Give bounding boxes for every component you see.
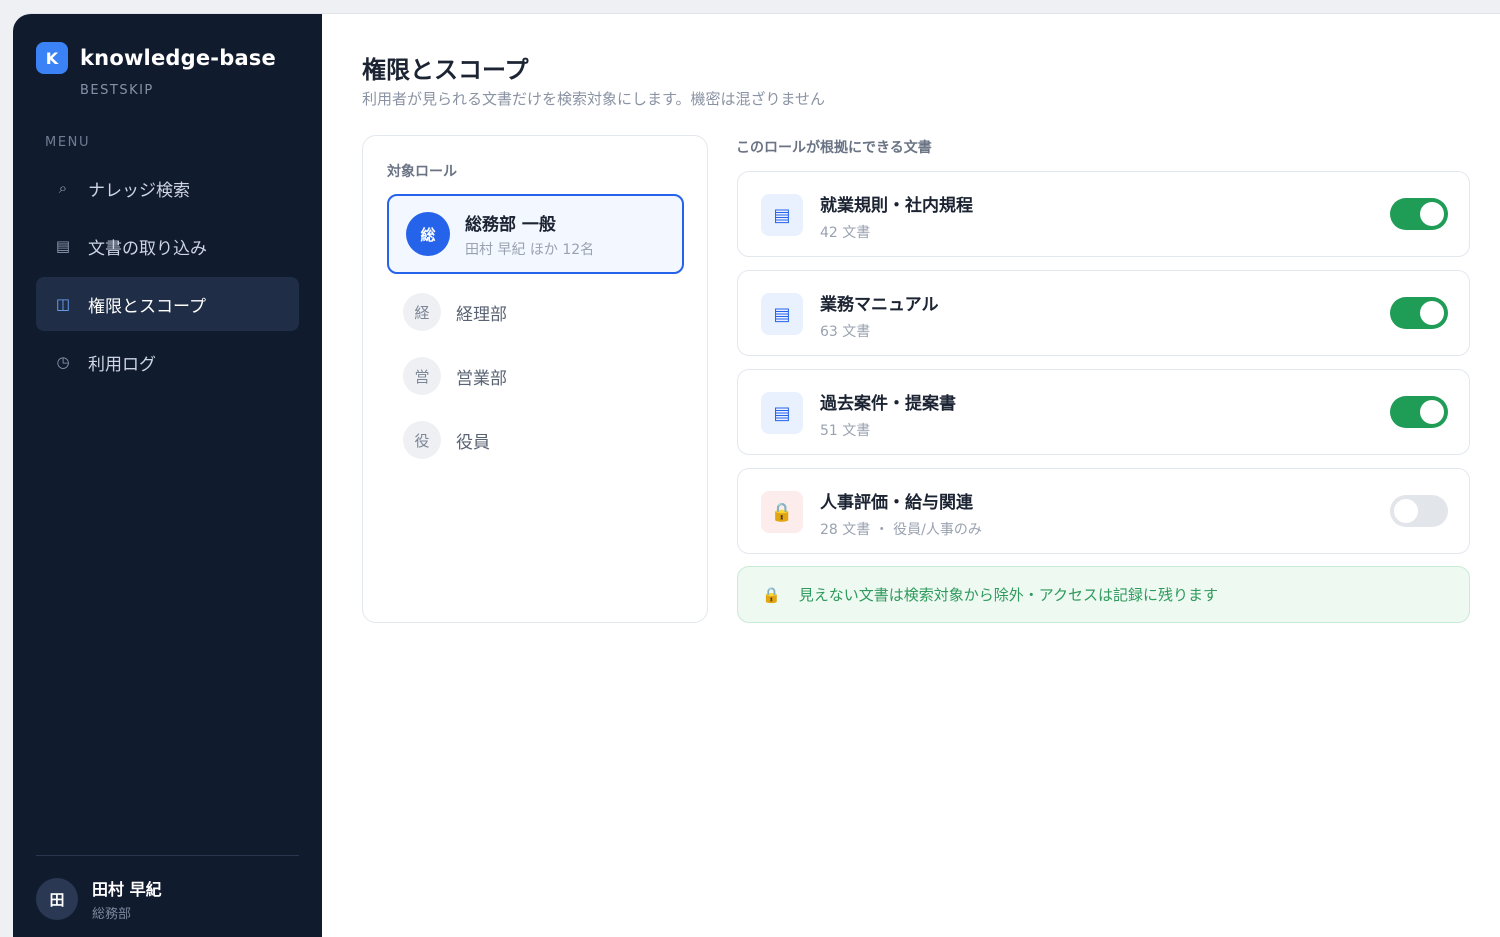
doc-scope-card: ▤ 就業規則・社内規程 42 文書 [737,171,1470,257]
doc-scope-name: 業務マニュアル [820,295,939,315]
search-icon: ⌕ [58,179,68,197]
doc-scope-name: 人事評価・給与関連 [820,493,973,513]
sidebar-item-knowledge-search[interactable]: ⌕ ナレッジ検索 [36,161,299,215]
user-department: 総務部 [92,907,132,922]
sidebar-item-label: 利用ログ [88,354,156,375]
doc-scope-count: 63 文書 [820,324,871,340]
menu-section-label: MENU [45,135,91,150]
role-avatar: 役 [403,421,441,459]
toggle-knob [1420,301,1444,325]
role-avatar: 営 [403,357,441,395]
page-title: 権限とスコープ [362,56,529,84]
sidebar: K knowledge-base BESTSKIP MENU ⌕ ナレッジ検索 … [13,14,322,937]
role-panel-title: 対象ロール [387,164,457,180]
brand-subtitle: BESTSKIP [80,83,154,98]
role-item-accounting[interactable]: 経 経理部 [387,280,684,344]
scope-toggle[interactable] [1390,297,1448,329]
role-panel: 対象ロール 総 総務部 一般 田村 早紀 ほか 12名 経 経理部 営 営業部 [362,135,708,623]
user-profile[interactable]: 田 田村 早紀 総務部 [36,876,162,922]
toggle-knob [1420,202,1444,226]
role-avatar: 総 [406,212,450,256]
sidebar-item-label: ナレッジ検索 [88,180,190,201]
scope-toggle[interactable] [1390,495,1448,527]
brand-logo: K [36,42,68,74]
columns-icon: ◫ [55,295,71,313]
avatar: 田 [36,878,78,920]
sidebar-divider [36,855,299,856]
role-name: 経理部 [456,304,507,325]
doc-scope-count: 51 文書 [820,423,871,439]
document-icon: ▤ [761,293,803,335]
role-item-general-affairs[interactable]: 総 総務部 一般 田村 早紀 ほか 12名 [387,194,684,274]
sidebar-item-label: 文書の取り込み [88,238,207,259]
role-members: 田村 早紀 ほか 12名 [465,241,595,258]
role-list: 総 総務部 一般 田村 早紀 ほか 12名 経 経理部 営 営業部 役 役員 [387,194,684,472]
doc-scope-count: 28 文書 ・ 役員/人事のみ [820,522,982,538]
scope-toggle[interactable] [1390,198,1448,230]
page-subtitle: 利用者が見られる文書だけを検索対象にします。機密は混ざりません [362,90,826,108]
lock-icon: 🔒 [761,491,803,533]
doc-scope-list: ▤ 就業規則・社内規程 42 文書 ▤ 業務マニュアル 63 文書 ▤ 過去案件… [737,171,1470,567]
sidebar-item-usage-log[interactable]: ◷ 利用ログ [36,335,299,389]
doc-scope-card: 🔒 人事評価・給与関連 28 文書 ・ 役員/人事のみ [737,468,1470,554]
clock-icon: ◷ [56,353,70,371]
brand[interactable]: K knowledge-base [36,42,276,74]
lock-icon: 🔒 [762,585,781,604]
scope-toggle[interactable] [1390,396,1448,428]
user-name: 田村 早紀 [92,880,162,899]
role-name: 役員 [456,432,490,453]
toggle-knob [1420,400,1444,424]
doc-scope-name: 就業規則・社内規程 [820,196,973,216]
document-icon: ▤ [761,392,803,434]
sidebar-item-permissions-scope[interactable]: ◫ 権限とスコープ [36,277,299,331]
role-item-sales[interactable]: 営 営業部 [387,344,684,408]
document-icon: ▤ [761,194,803,236]
doc-scope-card: ▤ 業務マニュアル 63 文書 [737,270,1470,356]
doc-scope-count: 42 文書 [820,225,871,241]
doc-scope-name: 過去案件・提案書 [820,394,956,414]
brand-name: knowledge-base [80,46,276,70]
role-avatar: 経 [403,293,441,331]
role-name: 営業部 [456,368,507,389]
docs-section-title: このロールが根拠にできる文書 [736,140,932,156]
toggle-knob [1394,499,1418,523]
sidebar-item-document-import[interactable]: ▤ 文書の取り込み [36,219,299,273]
role-item-executives[interactable]: 役 役員 [387,408,684,472]
app-window: K knowledge-base BESTSKIP MENU ⌕ ナレッジ検索 … [13,13,1500,937]
document-list-icon: ▤ [55,237,71,255]
sidebar-item-label: 権限とスコープ [88,296,206,317]
notice-text: 見えない文書は検索対象から除外・アクセスは記録に残ります [798,586,1218,604]
sidebar-nav: ⌕ ナレッジ検索 ▤ 文書の取り込み ◫ 権限とスコープ ◷ 利用ログ [36,161,299,393]
role-name: 総務部 一般 [465,214,556,235]
access-notice: 🔒 見えない文書は検索対象から除外・アクセスは記録に残ります [737,566,1470,623]
doc-scope-card: ▤ 過去案件・提案書 51 文書 [737,369,1470,455]
